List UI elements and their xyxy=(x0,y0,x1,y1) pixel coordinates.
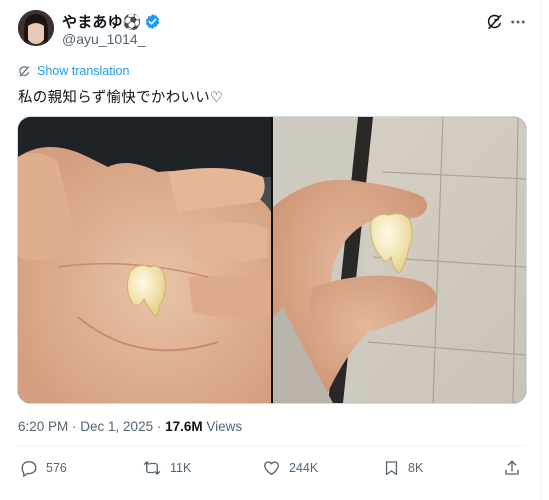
bookmark-icon xyxy=(383,459,400,477)
share-button[interactable] xyxy=(503,459,521,477)
tweet-date[interactable]: Dec 1, 2025 xyxy=(80,419,153,434)
like-button[interactable]: 244K xyxy=(262,459,318,477)
avatar[interactable] xyxy=(18,10,54,46)
share-icon xyxy=(503,459,521,477)
verified-badge-icon xyxy=(144,13,161,30)
reply-icon xyxy=(20,459,38,477)
grok-icon[interactable] xyxy=(483,10,507,34)
like-count: 244K xyxy=(289,461,319,475)
fingers-pinching-tooth-photo[interactable] xyxy=(273,117,526,403)
translate-icon xyxy=(18,65,31,78)
author-handle[interactable]: @ayu_1014_ xyxy=(62,31,146,47)
repost-icon xyxy=(142,459,162,477)
meta-separator: · xyxy=(68,419,81,434)
divider xyxy=(17,445,525,446)
display-name[interactable]: やまあゆ⚽ xyxy=(62,11,142,32)
reply-button[interactable]: 576 xyxy=(20,459,67,477)
hand-holding-tooth-photo[interactable] xyxy=(18,117,271,403)
media-grid xyxy=(17,116,527,404)
tweet-time[interactable]: 6:20 PM xyxy=(18,419,68,434)
views-label: Views xyxy=(202,419,243,434)
meta-separator: · xyxy=(153,419,166,434)
timeline-border xyxy=(540,0,541,500)
bookmark-button[interactable]: 8K xyxy=(383,459,423,477)
reply-count: 576 xyxy=(46,461,67,475)
tweet-meta: 6:20 PM · Dec 1, 2025 · 17.6M Views xyxy=(18,419,242,434)
show-translation-link[interactable]: Show translation xyxy=(18,64,129,78)
heart-icon xyxy=(262,459,281,477)
bookmark-count: 8K xyxy=(408,461,424,475)
repost-button[interactable]: 11K xyxy=(142,459,191,477)
repost-count: 11K xyxy=(170,461,192,475)
author-name-row[interactable]: やまあゆ⚽ xyxy=(62,11,161,32)
tweet-text: 私の親知らず愉快でかわいい♡ xyxy=(18,90,224,106)
views-count: 17.6M xyxy=(165,419,203,434)
show-translation-label[interactable]: Show translation xyxy=(37,64,129,78)
more-options-icon[interactable] xyxy=(506,10,530,34)
